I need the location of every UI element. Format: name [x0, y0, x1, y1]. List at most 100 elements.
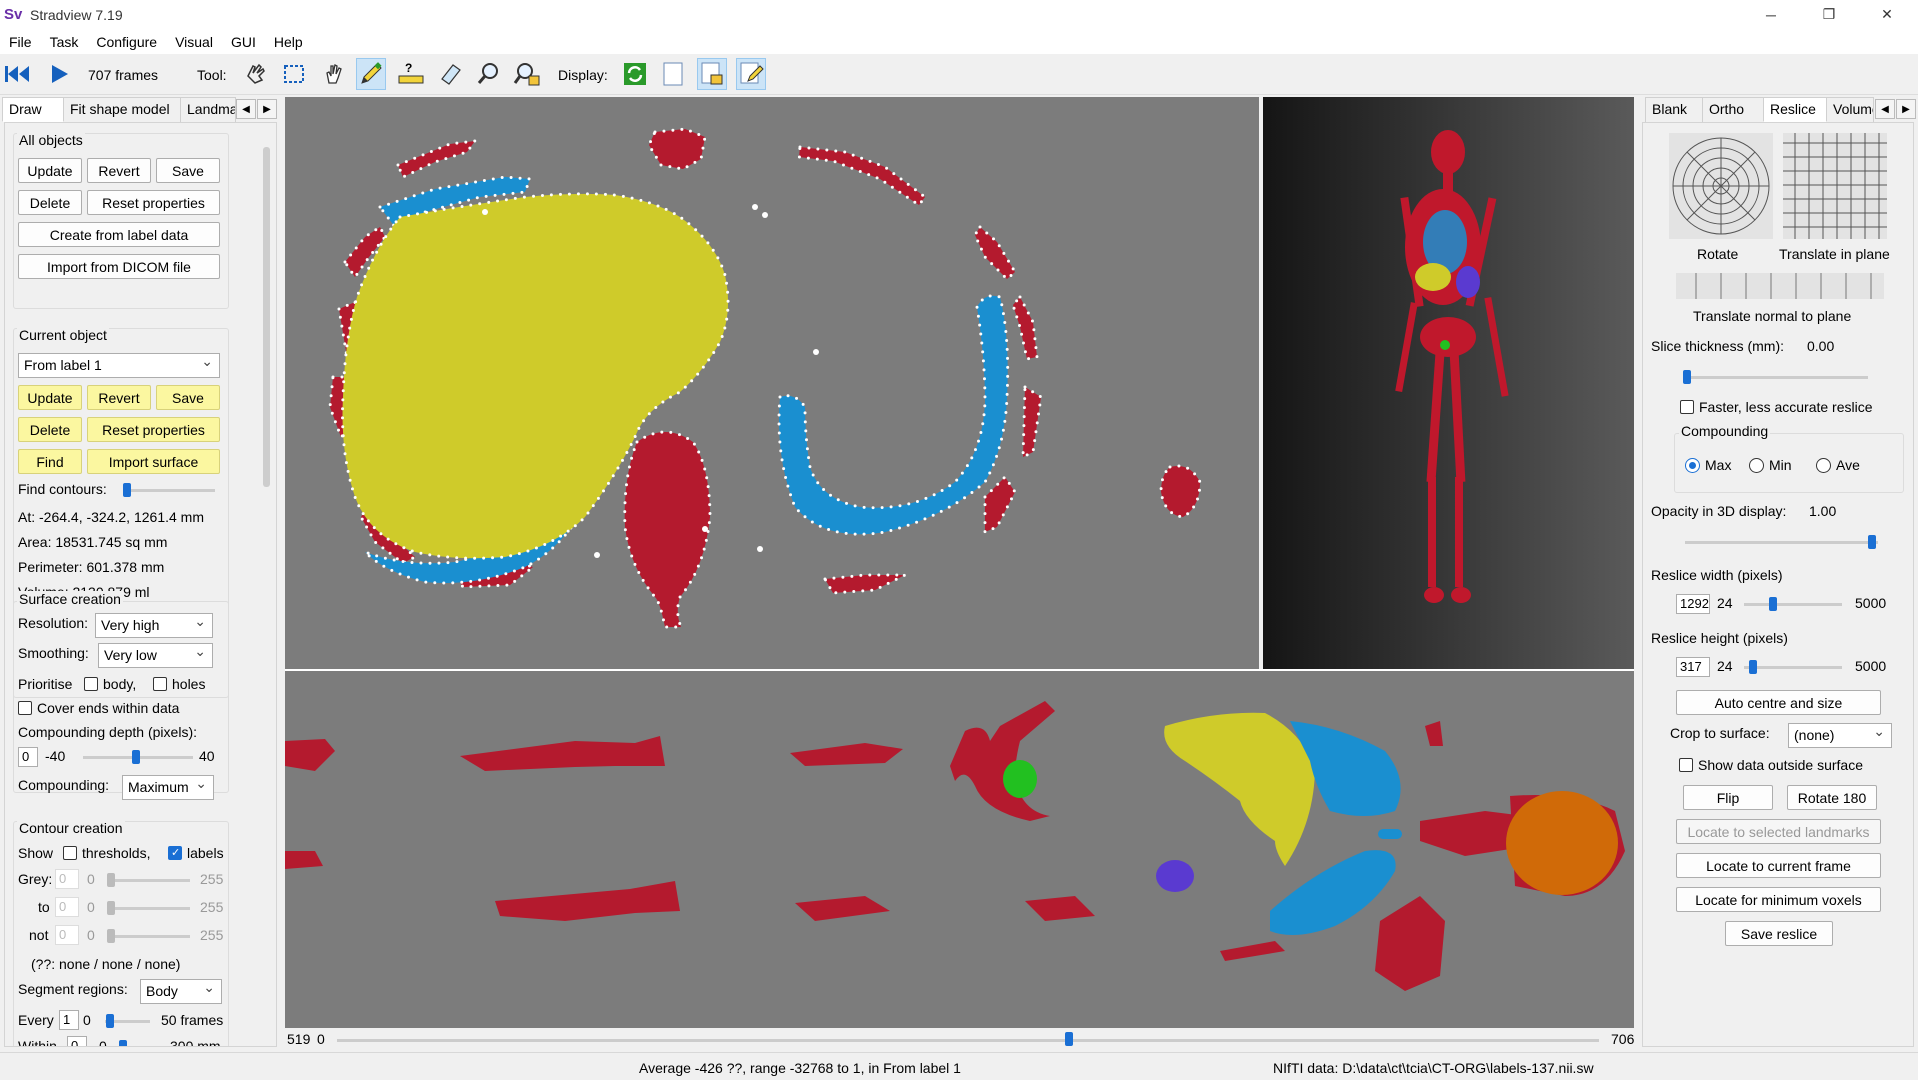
grey-track[interactable]: [108, 879, 190, 882]
segment-regions-select[interactable]: Body: [140, 979, 222, 1004]
every-field[interactable]: 1: [59, 1010, 79, 1030]
prioritise-holes-checkbox[interactable]: [153, 677, 167, 691]
tab-blank[interactable]: Blank: [1645, 97, 1703, 122]
cur-update-button[interactable]: Update: [18, 385, 82, 410]
to-track[interactable]: [108, 907, 190, 910]
all-update-button[interactable]: Update: [18, 158, 82, 183]
3d-view[interactable]: [1263, 97, 1634, 669]
reslice-height-thumb[interactable]: [1749, 660, 1757, 674]
menu-task[interactable]: Task: [41, 34, 88, 50]
every-thumb[interactable]: [106, 1014, 114, 1028]
menu-configure[interactable]: Configure: [87, 34, 166, 50]
menu-gui[interactable]: GUI: [222, 34, 265, 50]
opacity-track[interactable]: [1685, 541, 1878, 544]
import-surface-button[interactable]: Import surface: [87, 449, 220, 474]
skeleton-render[interactable]: [1263, 97, 1634, 669]
not-thumb[interactable]: [107, 929, 115, 943]
menu-visual[interactable]: Visual: [166, 34, 222, 50]
translate-in-plane-control[interactable]: [1783, 133, 1887, 239]
reslice-height-field[interactable]: 317: [1676, 657, 1710, 677]
compound-ave-radio[interactable]: [1816, 458, 1831, 473]
all-save-button[interactable]: Save: [156, 158, 220, 183]
locate-current-frame-button[interactable]: Locate to current frame: [1676, 853, 1881, 878]
display-edit-page[interactable]: [736, 58, 766, 90]
create-from-label-button[interactable]: Create from label data: [18, 222, 220, 247]
smoothing-select[interactable]: Very low: [98, 643, 213, 668]
reslice-width-thumb[interactable]: [1769, 597, 1777, 611]
find-contours-track[interactable]: [125, 489, 215, 492]
show-labels-checkbox[interactable]: [168, 846, 182, 860]
locate-landmarks-button[interactable]: Locate to selected landmarks: [1676, 819, 1881, 844]
tool-zoom[interactable]: [474, 58, 504, 90]
display-blank[interactable]: [658, 58, 688, 90]
translate-normal-control[interactable]: [1676, 273, 1884, 299]
thickness-track[interactable]: [1683, 376, 1868, 379]
compounding-select[interactable]: Maximum: [122, 775, 214, 800]
thickness-thumb[interactable]: [1683, 370, 1691, 384]
compound-min-radio[interactable]: [1749, 458, 1764, 473]
cover-ends-checkbox[interactable]: [18, 701, 32, 715]
rotate-control[interactable]: [1669, 133, 1773, 239]
save-reslice-button[interactable]: Save reslice: [1725, 921, 1833, 946]
cur-delete-button[interactable]: Delete: [18, 417, 82, 442]
tab-scroll-right[interactable]: ▶: [257, 99, 277, 119]
rewind-button[interactable]: [2, 58, 32, 90]
right-tab-scroll-left[interactable]: ◀: [1875, 99, 1895, 119]
menu-file[interactable]: File: [0, 34, 41, 50]
locate-minimum-voxels-button[interactable]: Locate for minimum voxels: [1676, 887, 1881, 912]
grey-field[interactable]: 0: [55, 869, 79, 889]
reslice-width-field[interactable]: 1292: [1676, 594, 1710, 614]
cur-revert-button[interactable]: Revert: [87, 385, 151, 410]
maximize-button[interactable]: ❐: [1806, 0, 1852, 29]
depth-value-field[interactable]: 0: [18, 747, 38, 767]
display-refresh[interactable]: [620, 58, 650, 90]
to-thumb[interactable]: [107, 901, 115, 915]
menu-help[interactable]: Help: [265, 34, 312, 50]
display-lock-page[interactable]: [697, 58, 727, 90]
tool-hand-pan[interactable]: [240, 58, 270, 90]
import-dicom-button[interactable]: Import from DICOM file: [18, 254, 220, 279]
frame-thumb[interactable]: [1064, 1032, 1073, 1046]
crop-to-surface-select[interactable]: (none): [1788, 723, 1892, 748]
show-outside-checkbox[interactable]: [1679, 758, 1693, 772]
right-tab-scroll-right[interactable]: ▶: [1896, 99, 1916, 119]
not-track[interactable]: [108, 935, 190, 938]
axial-view[interactable]: [285, 97, 1259, 669]
auto-centre-button[interactable]: Auto centre and size: [1676, 690, 1881, 715]
left-panel-scrollbar[interactable]: [263, 147, 270, 487]
cur-save-button[interactable]: Save: [156, 385, 220, 410]
frame-track[interactable]: [337, 1039, 1599, 1042]
resolution-select[interactable]: Very high: [95, 613, 213, 638]
tab-landmarks[interactable]: Landmarks: [180, 97, 236, 122]
flip-button[interactable]: Flip: [1683, 785, 1773, 810]
axial-segmentation-canvas[interactable]: [285, 97, 1259, 669]
to-field[interactable]: 0: [55, 897, 79, 917]
all-reset-properties-button[interactable]: Reset properties: [87, 190, 220, 215]
rotate-180-button[interactable]: Rotate 180: [1787, 785, 1877, 810]
within-thumb[interactable]: [119, 1040, 127, 1046]
faster-reslice-checkbox[interactable]: [1680, 400, 1694, 414]
find-contours-thumb[interactable]: [123, 483, 131, 497]
tab-volume[interactable]: Volume: [1826, 97, 1874, 122]
minimize-button[interactable]: ─: [1748, 0, 1794, 29]
reslice-width-track[interactable]: [1744, 603, 1842, 606]
tool-measure[interactable]: ?: [396, 58, 426, 90]
grey-thumb[interactable]: [107, 873, 115, 887]
show-thresholds-checkbox[interactable]: [63, 846, 77, 860]
within-field[interactable]: 0: [67, 1036, 87, 1046]
tab-draw[interactable]: Draw: [2, 97, 64, 122]
tab-reslice[interactable]: Reslice: [1763, 97, 1827, 122]
tab-scroll-left[interactable]: ◀: [236, 99, 256, 119]
tab-ortho[interactable]: Ortho: [1702, 97, 1764, 122]
tool-select[interactable]: [279, 58, 309, 90]
all-delete-button[interactable]: Delete: [18, 190, 82, 215]
play-button[interactable]: [44, 58, 74, 90]
tool-grab[interactable]: [318, 58, 348, 90]
depth-thumb[interactable]: [132, 750, 140, 764]
opacity-thumb[interactable]: [1868, 535, 1876, 549]
tab-fit-shape-model[interactable]: Fit shape model: [63, 97, 181, 122]
current-object-select[interactable]: From label 1: [18, 353, 220, 378]
tool-eraser[interactable]: [436, 58, 466, 90]
find-button[interactable]: Find: [18, 449, 82, 474]
cur-reset-properties-button[interactable]: Reset properties: [87, 417, 220, 442]
